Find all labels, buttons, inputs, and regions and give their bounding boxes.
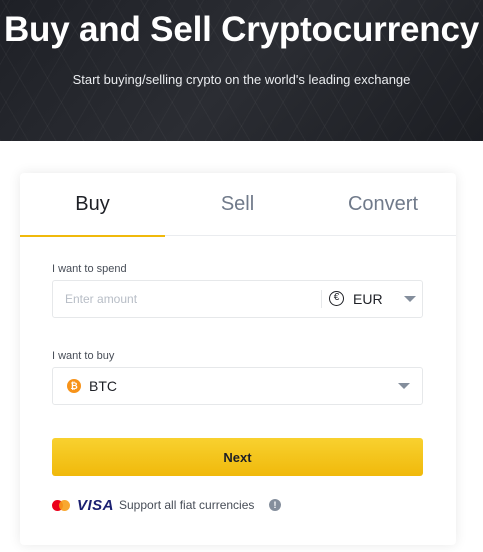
trade-card: Buy Sell Convert I want to spend € EUR I… <box>20 173 456 545</box>
tab-sell[interactable]: Sell <box>165 173 310 236</box>
crypto-code: BTC <box>89 378 117 394</box>
tab-convert[interactable]: Convert <box>310 173 456 236</box>
buy-label: I want to buy <box>52 350 115 362</box>
trade-tabs: Buy Sell Convert <box>20 173 456 237</box>
crypto-select[interactable]: ₿ BTC <box>53 368 422 404</box>
payment-methods: VISA Support all fiat currencies ! <box>52 496 352 514</box>
fiat-currency-code: EUR <box>353 291 383 307</box>
support-text: Support all fiat currencies <box>119 498 255 512</box>
chevron-down-icon <box>398 383 410 389</box>
tab-buy[interactable]: Buy <box>20 173 165 237</box>
page-title: Buy and Sell Cryptocurrency <box>3 10 479 49</box>
amount-input[interactable] <box>53 281 321 317</box>
spend-field: € EUR <box>52 280 423 318</box>
spend-label: I want to spend <box>52 263 127 275</box>
euro-icon: € <box>329 291 344 306</box>
page-subtitle: Start buying/selling crypto on the world… <box>72 72 411 87</box>
visa-logo: VISA <box>77 497 115 514</box>
chevron-down-icon <box>404 296 416 302</box>
buy-field: ₿ BTC <box>52 367 423 405</box>
next-button[interactable]: Next <box>52 438 423 476</box>
fiat-currency-select[interactable]: € EUR <box>329 281 422 317</box>
bitcoin-icon: ₿ <box>67 379 81 393</box>
mastercard-icon <box>52 500 70 511</box>
info-icon[interactable]: ! <box>269 499 281 511</box>
field-divider <box>321 290 322 308</box>
hero-banner: Buy and Sell Cryptocurrency Start buying… <box>0 0 483 141</box>
